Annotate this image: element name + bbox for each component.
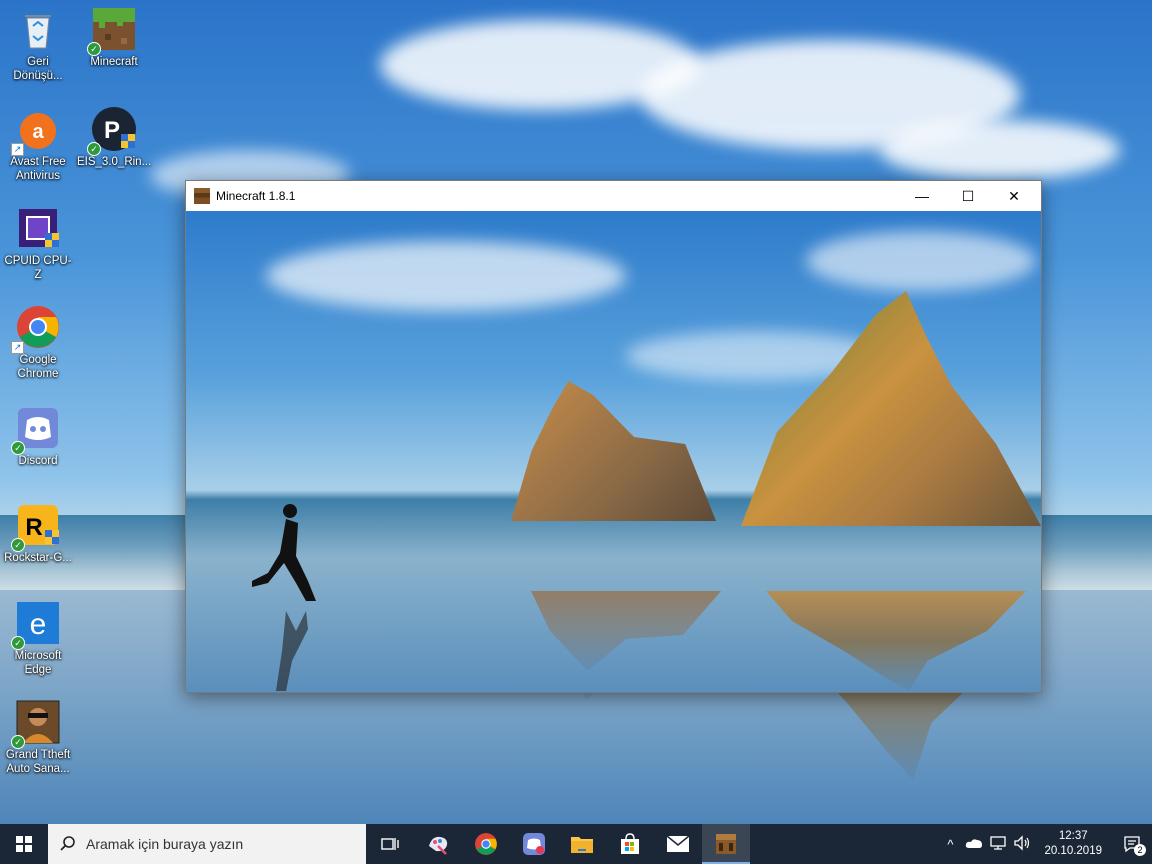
search-icon <box>60 836 75 851</box>
taskbar-app-file-explorer[interactable] <box>558 824 606 864</box>
eis-icon: P ✓ <box>87 106 137 156</box>
system-tray: ^ 12:37 20.10.2019 2 <box>938 824 1152 864</box>
maximize-button[interactable]: ☐ <box>945 181 991 211</box>
store-bag-icon <box>621 833 639 854</box>
taskbar-app-store[interactable] <box>606 824 654 864</box>
mail-icon <box>666 835 690 852</box>
desktop-icon-label: Rockstar-G... <box>4 552 72 564</box>
desktop-icon-label: EIS_3.0_Rin... <box>77 156 152 168</box>
crafting-table-icon <box>194 188 210 204</box>
sync-check-icon: ✓ <box>87 142 101 156</box>
network-icon[interactable] <box>986 835 1010 854</box>
minecraft-icon: ✓ <box>87 6 137 56</box>
task-view-icon <box>381 838 399 850</box>
desktop-icon-label: Google Chrome <box>17 354 59 380</box>
taskbar: Aramak için buraya yazın ^ 12:37 20.10.2… <box>0 824 1152 864</box>
avast-icon: a ↗ <box>11 106 61 156</box>
desktop-icon-label: Geri Dönüşü... <box>13 56 63 82</box>
close-button[interactable]: ✕ <box>991 181 1037 211</box>
taskbar-search-box[interactable]: Aramak için buraya yazın <box>48 824 366 864</box>
sync-check-icon: ✓ <box>11 735 25 749</box>
svg-text:P: P <box>104 117 120 144</box>
desktop-icon-label: Minecraft <box>90 56 138 68</box>
taskbar-app-paint3d[interactable] <box>414 824 462 864</box>
desktop-icon-gta[interactable]: ✓ Grand Ttheft Auto Sana... <box>1 699 75 776</box>
sync-check-icon: ✓ <box>87 42 101 56</box>
chrome-icon: ↗ <box>11 304 61 354</box>
desktop-icon-label: Discord <box>18 455 58 467</box>
desktop-icon-label: Microsoft Edge <box>14 650 62 676</box>
rockstar-icon: R ✓ <box>11 502 61 552</box>
sync-check-icon: ✓ <box>11 636 25 650</box>
minimize-button[interactable]: — <box>899 181 945 211</box>
shortcut-arrow-icon: ↗ <box>11 341 24 354</box>
taskbar-app-chrome[interactable] <box>462 824 510 864</box>
clock-date: 20.10.2019 <box>1044 845 1102 857</box>
recycle-bin-icon <box>15 6 61 52</box>
desktop-icon-label: CPUID CPU-Z <box>4 255 72 281</box>
cpu-z-icon <box>15 205 61 251</box>
edge-icon: e ✓ <box>11 600 61 650</box>
windows-logo-icon <box>16 836 32 852</box>
window-title: Minecraft 1.8.1 <box>216 189 296 203</box>
action-center-button[interactable]: 2 <box>1112 824 1152 864</box>
chrome-icon <box>475 833 497 855</box>
svg-text:R: R <box>25 514 42 541</box>
desktop-icon-cpuz[interactable]: CPUID CPU-Z <box>1 205 75 282</box>
paint-3d-icon <box>429 836 448 855</box>
taskbar-app-minecraft[interactable] <box>702 824 750 864</box>
desktop-icon-avast[interactable]: a ↗ Avast Free Antivirus <box>1 106 75 183</box>
shortcut-arrow-icon: ↗ <box>11 143 24 156</box>
taskbar-app-discord[interactable] <box>510 824 558 864</box>
desktop-icon-discord[interactable]: ✓ Discord <box>1 405 75 468</box>
clock-time: 12:37 <box>1058 830 1088 842</box>
discord-icon <box>523 833 545 855</box>
volume-icon[interactable] <box>1010 834 1034 854</box>
crafting-table-icon <box>716 834 736 854</box>
desktop-icon-label: Grand Ttheft Auto Sana... <box>5 749 71 775</box>
svg-text:e: e <box>30 608 47 641</box>
desktop-icon-eis[interactable]: P ✓ EIS_3.0_Rin... <box>77 106 151 169</box>
desktop-icon-label: Avast Free Antivirus <box>10 156 66 182</box>
svg-text:a: a <box>32 121 44 143</box>
task-view-button[interactable] <box>366 824 414 864</box>
taskbar-clock[interactable]: 12:37 20.10.2019 <box>1034 829 1112 859</box>
sync-check-icon: ✓ <box>11 538 25 552</box>
notification-count: 2 <box>1134 844 1146 856</box>
desktop-icon-rockstar[interactable]: R ✓ Rockstar-G... <box>1 502 75 565</box>
desktop-icon-recycle-bin[interactable]: Geri Dönüşü... <box>1 6 75 83</box>
gta-icon: ✓ <box>11 699 61 749</box>
folder-icon <box>571 837 593 853</box>
sync-check-icon: ✓ <box>11 441 25 455</box>
search-placeholder: Aramak için buraya yazın <box>86 836 244 852</box>
window-titlebar[interactable]: Minecraft 1.8.1 — ☐ ✕ <box>186 181 1041 211</box>
runner-silhouette <box>252 504 316 691</box>
desktop-icon-chrome[interactable]: ↗ Google Chrome <box>1 304 75 381</box>
start-button[interactable] <box>0 824 48 864</box>
discord-icon: ✓ <box>11 405 61 455</box>
window-content-area[interactable] <box>186 211 1041 692</box>
desktop-icon-minecraft[interactable]: ✓ Minecraft <box>77 6 151 69</box>
taskbar-app-mail[interactable] <box>654 824 702 864</box>
onedrive-icon[interactable] <box>962 837 986 852</box>
minecraft-window[interactable]: Minecraft 1.8.1 — ☐ ✕ <box>185 180 1042 693</box>
tray-overflow-chevron[interactable]: ^ <box>938 837 962 852</box>
desktop-icon-edge[interactable]: e ✓ Microsoft Edge <box>1 600 75 677</box>
